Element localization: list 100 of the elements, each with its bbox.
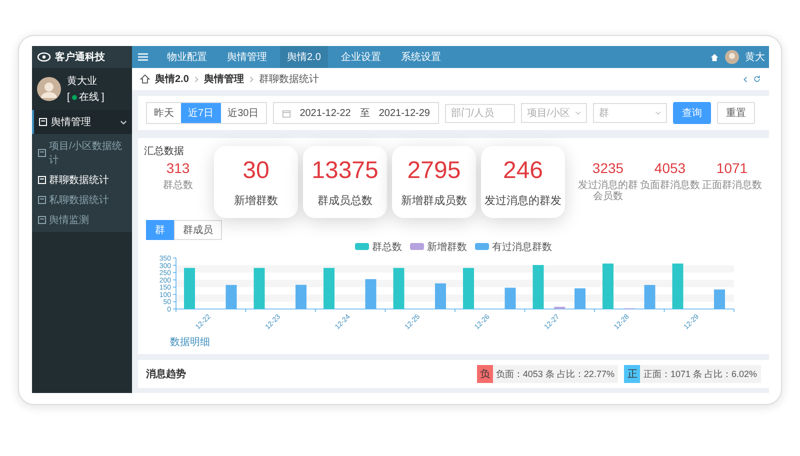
- caret-icon: [575, 110, 581, 116]
- chart-bar: [365, 279, 376, 309]
- chart-bar: [254, 268, 265, 309]
- person-field[interactable]: 部门/人员: [445, 104, 515, 122]
- form-icon: [38, 176, 46, 184]
- user-status: [ 在线 ]: [67, 90, 104, 104]
- stat-label: 新增群成员数: [401, 194, 467, 208]
- menu-group-label: 舆情管理: [51, 116, 92, 129]
- stat-value: 1071: [716, 160, 748, 176]
- brand-name: 客户通科技: [55, 50, 105, 64]
- stat-label: 发过消息的群会员数: [577, 180, 639, 202]
- sentiment-tag: 正: [624, 365, 640, 383]
- user-name[interactable]: 黄大: [745, 50, 765, 64]
- nav-tab[interactable]: 舆情2.0: [280, 46, 328, 68]
- menu-group[interactable]: 舆情管理: [32, 110, 132, 134]
- nav-tab[interactable]: 系统设置: [394, 46, 448, 68]
- menu-item-label: 私聊数据统计: [49, 194, 109, 207]
- home-icon[interactable]: [140, 74, 150, 84]
- sentiment-text: 负面：4053 条 占比：22.77%: [496, 368, 614, 380]
- caret-icon: [655, 110, 661, 116]
- chart-tab[interactable]: 群成员: [174, 220, 222, 240]
- menu-item[interactable]: 项目/小区数据统计: [32, 136, 132, 170]
- legend-label[interactable]: 群总数: [372, 240, 402, 254]
- stat-label: 新增群数: [234, 194, 278, 208]
- chart-bar: [435, 283, 446, 309]
- legend-label[interactable]: 有过消息群数: [492, 240, 552, 254]
- nav-tab[interactable]: 物业配置: [160, 46, 214, 68]
- form-icon: [38, 216, 46, 224]
- user-name: 黄大业: [67, 74, 98, 88]
- stat-value: 3235: [592, 160, 624, 176]
- stat-label: 群总数: [163, 180, 193, 191]
- chevron-icon: [248, 76, 254, 82]
- chart-bar: [184, 268, 195, 309]
- chart-bar: [296, 284, 306, 309]
- chevron-left-icon[interactable]: [743, 76, 748, 82]
- avatar-icon[interactable]: [725, 50, 739, 64]
- nav-tab[interactable]: 舆情管理: [220, 46, 274, 68]
- legend-swatch[interactable]: [475, 243, 489, 250]
- legend-swatch[interactable]: [410, 243, 424, 250]
- chart-bar: [532, 265, 544, 309]
- stat-label: 正面群消息数: [702, 180, 762, 191]
- chevron-icon: [120, 118, 127, 126]
- project-select[interactable]: 项目/小区: [521, 103, 587, 123]
- form-icon: [39, 118, 47, 126]
- date-range-field[interactable]: 2021-12-22 至 2021-12-29: [272, 102, 439, 124]
- stat-value: 246: [502, 156, 544, 184]
- form-icon: [38, 196, 46, 204]
- stat-value: 2795: [407, 156, 461, 184]
- menu-icon[interactable]: [138, 53, 148, 61]
- breadcrumb-item[interactable]: 舆情2.0: [155, 72, 189, 86]
- menu-item-label: 舆情监测: [49, 214, 89, 227]
- filter-button[interactable]: 重置: [717, 102, 755, 124]
- breadcrumb-item: 群聊数据统计: [258, 72, 319, 86]
- stat-value: 30: [242, 156, 270, 184]
- refresh-icon[interactable]: [753, 75, 761, 83]
- section-title: 消息趋势: [146, 368, 186, 381]
- chart-bar: [602, 264, 614, 309]
- group-select[interactable]: 群: [593, 103, 667, 123]
- calendar-icon: [282, 108, 291, 118]
- menu-item[interactable]: 群聊数据统计: [32, 170, 132, 190]
- home-icon[interactable]: [710, 52, 719, 62]
- menu-item[interactable]: 舆情监测: [32, 210, 132, 230]
- nav-tab[interactable]: 企业设置: [334, 46, 388, 68]
- chart-bar: [714, 289, 725, 309]
- stat-value: 4053: [654, 160, 686, 176]
- stat-value: 13375: [312, 156, 378, 184]
- chart-bar: [504, 288, 516, 309]
- stat-label: 群成员总数: [318, 194, 372, 208]
- legend-swatch[interactable]: [355, 243, 369, 250]
- chart-bar: [672, 264, 684, 309]
- chart-bar: [393, 268, 404, 309]
- chevron-icon: [194, 76, 199, 82]
- range-separator: 至: [360, 107, 370, 120]
- chart-bar: [324, 268, 334, 309]
- section-title: 汇总数据: [144, 144, 185, 159]
- range-button[interactable]: 近7日: [181, 103, 221, 123]
- sentiment-text: 正面：1071 条 占比：6.02%: [643, 368, 757, 380]
- menu-item-label: 项目/小区数据统计: [49, 140, 123, 167]
- end-date: 2021-12-29: [378, 108, 430, 118]
- detail-link[interactable]: 数据明细: [170, 337, 210, 348]
- avatar-icon: [37, 77, 61, 101]
- chart-bar: [554, 306, 566, 309]
- start-date: 2021-12-22: [300, 108, 351, 118]
- logo-icon: [37, 52, 51, 62]
- legend-label[interactable]: 新增群数: [427, 240, 467, 254]
- chart-bar: [463, 268, 474, 309]
- stat-value: 313: [166, 160, 190, 176]
- filter-button[interactable]: 查询: [673, 102, 711, 124]
- chart-tab[interactable]: 群: [146, 220, 174, 240]
- chart-bar: [574, 288, 586, 309]
- stat-label: 发过消息的群发: [484, 194, 562, 208]
- breadcrumb-item[interactable]: 舆情管理: [204, 72, 244, 86]
- y-axis: [172, 258, 176, 310]
- sentiment-tag: 负: [476, 365, 493, 383]
- menu-item-label: 群聊数据统计: [49, 174, 109, 187]
- chart-bar: [226, 284, 237, 309]
- menu-item[interactable]: 私聊数据统计: [32, 190, 132, 210]
- form-icon: [38, 149, 46, 157]
- stat-label: 负面群消息数: [640, 180, 700, 191]
- chart-bar: [644, 284, 656, 309]
